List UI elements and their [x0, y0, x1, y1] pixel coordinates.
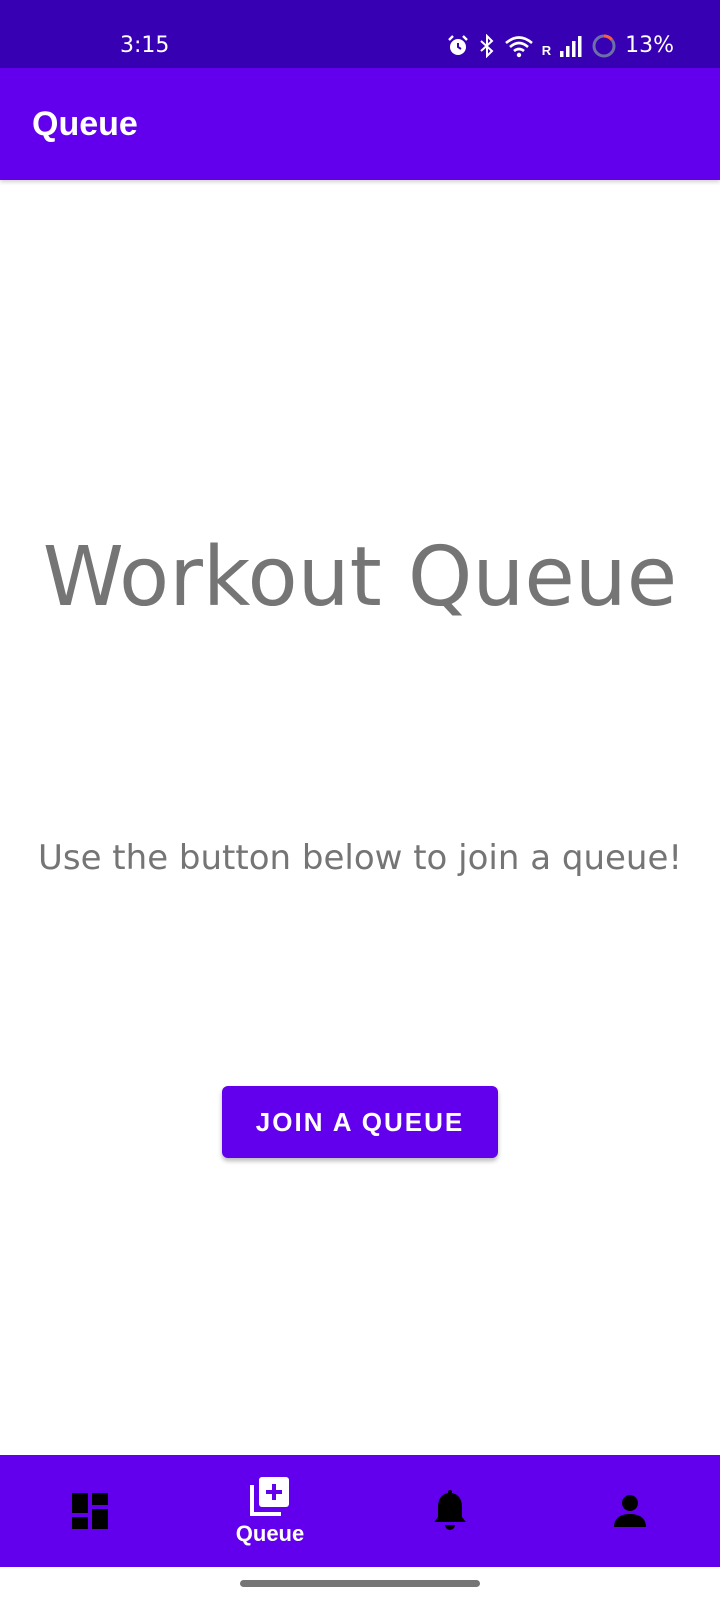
wifi-icon — [504, 34, 534, 58]
nav-item-notifications[interactable] — [360, 1455, 540, 1567]
page-title: Workout Queue — [42, 530, 678, 625]
status-bar: 3:15 R 13% — [0, 0, 720, 68]
nav-item-queue[interactable]: Queue — [180, 1455, 360, 1567]
dashboard-icon — [70, 1491, 110, 1531]
battery-percentage: 13% — [625, 33, 674, 58]
add-to-queue-icon — [249, 1475, 291, 1517]
alarm-icon — [446, 34, 470, 58]
join-queue-button[interactable]: JOIN A QUEUE — [222, 1086, 498, 1158]
signal-icon — [559, 34, 583, 58]
person-icon — [611, 1492, 649, 1530]
bottom-navigation: Queue — [0, 1455, 720, 1567]
battery-ring-icon — [591, 33, 617, 59]
bell-icon — [431, 1490, 469, 1532]
page-subtitle: Use the button below to join a queue! — [37, 838, 683, 878]
nav-item-profile[interactable] — [540, 1455, 720, 1567]
app-bar: Queue — [0, 68, 720, 180]
status-icons: R 13% — [446, 34, 674, 58]
gesture-navigation-bar[interactable] — [240, 1580, 480, 1587]
nav-item-dashboard[interactable] — [0, 1455, 180, 1567]
bluetooth-icon — [478, 34, 496, 58]
app-bar-title: Queue — [32, 105, 138, 143]
status-time: 3:15 — [120, 33, 170, 58]
roaming-indicator: R — [541, 43, 552, 58]
nav-label-queue: Queue — [235, 1521, 305, 1546]
